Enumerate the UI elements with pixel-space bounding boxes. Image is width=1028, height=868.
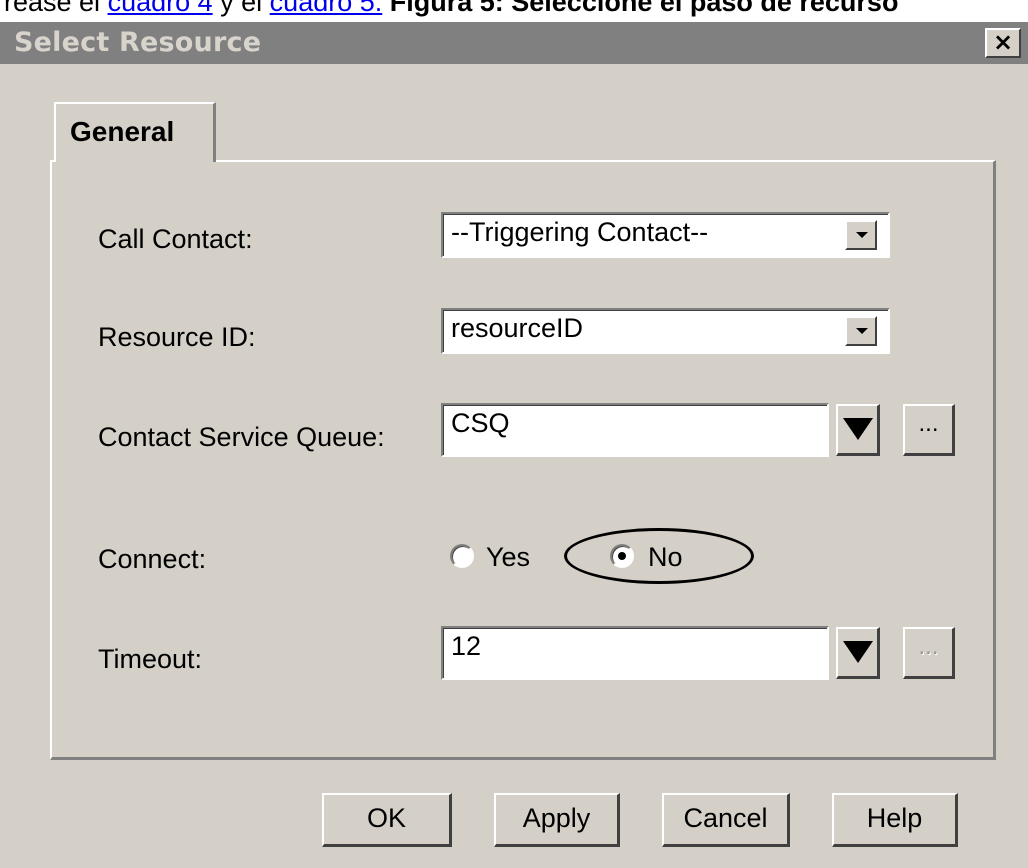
close-button[interactable]: × <box>985 28 1021 58</box>
tab-general-label: General <box>70 116 175 147</box>
resource-id-value: resourceID <box>451 313 584 343</box>
chevron-down-icon <box>843 418 873 440</box>
timeout-label: Timeout: <box>98 644 203 674</box>
ellipsis-icon: ... <box>918 410 939 437</box>
csq-value: CSQ <box>451 408 510 438</box>
link-cuadro-5[interactable]: cuadro 5. <box>270 0 383 17</box>
timeout-value: 12 <box>451 631 482 661</box>
ellipsis-icon: ... <box>918 633 939 660</box>
call-contact-dropdown-button[interactable] <box>845 220 877 250</box>
tab-general[interactable]: General <box>54 102 216 162</box>
connect-no-radio[interactable] <box>610 544 634 568</box>
csq-dropdown-button[interactable] <box>836 404 880 456</box>
timeout-dropdown-button[interactable] <box>836 627 880 679</box>
connect-no-label: No <box>648 542 683 572</box>
call-contact-select[interactable]: --Triggering Contact-- <box>441 212 890 258</box>
resource-id-select[interactable]: resourceID <box>441 308 890 354</box>
connect-yes-label: Yes <box>486 542 531 572</box>
timeout-input[interactable]: 12 <box>441 626 829 680</box>
close-icon: × <box>992 28 1014 56</box>
page-text-middle: y el <box>212 0 270 17</box>
call-contact-value: --Triggering Contact-- <box>451 217 709 247</box>
page-text-strip: rease el cuadro 4 y el cuadro 5. Figura … <box>0 0 1028 22</box>
csq-label: Contact Service Queue: <box>98 422 385 452</box>
timeout-browse-button: ... <box>903 627 955 679</box>
window-title: Select Resource <box>14 27 262 58</box>
connect-yes-radio[interactable] <box>450 544 474 568</box>
connect-label: Connect: <box>98 544 207 574</box>
csq-browse-button[interactable]: ... <box>903 404 955 456</box>
call-contact-label: Call Contact: <box>98 224 253 254</box>
resource-id-dropdown-button[interactable] <box>845 316 877 346</box>
title-bar: Select Resource <box>0 22 1028 64</box>
figure-caption: Figura 5: Seleccione el paso de recurso <box>382 0 899 17</box>
apply-button[interactable]: Apply <box>494 793 620 847</box>
ok-button[interactable]: OK <box>322 793 452 847</box>
chevron-down-icon <box>856 232 868 238</box>
help-button[interactable]: Help <box>832 793 958 847</box>
radio-selected-dot <box>618 552 626 560</box>
resource-id-label: Resource ID: <box>98 322 256 352</box>
link-cuadro-4[interactable]: cuadro 4 <box>108 0 213 17</box>
csq-input[interactable]: CSQ <box>441 403 829 457</box>
page-text-prefix: rease el <box>4 0 108 17</box>
chevron-down-icon <box>843 641 873 663</box>
cancel-button[interactable]: Cancel <box>662 793 790 847</box>
chevron-down-icon <box>856 328 868 334</box>
